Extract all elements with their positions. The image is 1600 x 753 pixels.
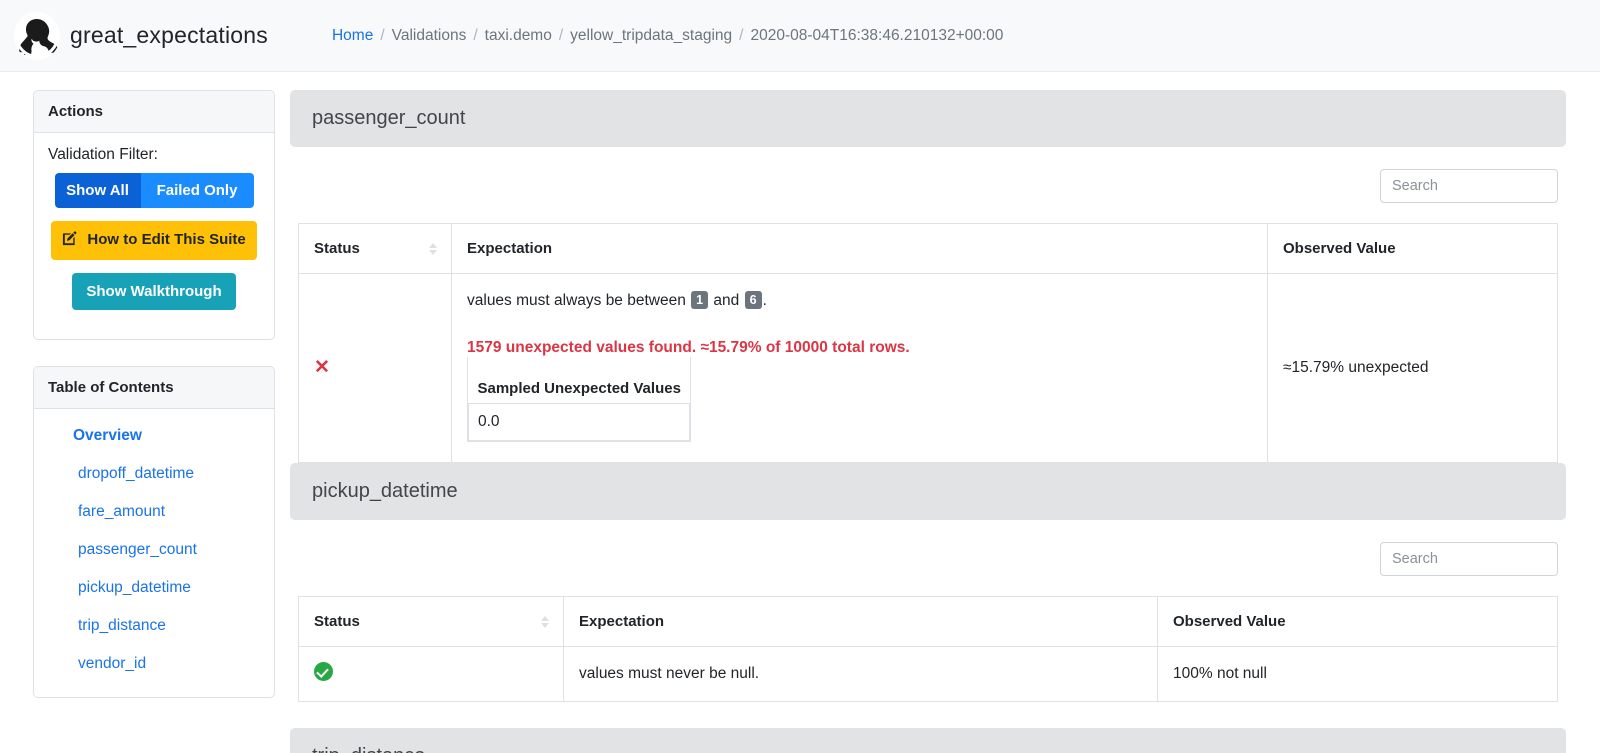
great-expectations-portrait-logo-icon [14,12,60,60]
sampled-values-header: Sampled Unexpected Values [469,374,690,404]
expectation-suffix: . [763,292,767,309]
section-header-passenger-count: passenger_count [290,90,1566,147]
breadcrumb-separator: / [373,27,391,45]
status-cell: ✕ [299,274,452,463]
column-header-observed-value: Observed Value [1158,597,1558,647]
table-of-contents-list: Overview dropoff_datetime fare_amount pa… [34,409,274,697]
validation-filter-button-group: Show All Failed Only [55,173,254,208]
expectation-cell: values must never be null. [564,647,1158,702]
column-header-status-label: Status [314,240,360,257]
table-of-contents-title: Table of Contents [34,367,274,409]
sampled-values-row: 0.0 [469,404,690,441]
toc-item-overview[interactable]: Overview [34,417,274,455]
sampled-value-cell: 0.0 [469,404,690,441]
toc-item-fare-amount[interactable]: fare_amount [34,493,274,531]
validation-results-table-passenger-count: Status Expectation Observed Value ✕ [298,223,1558,463]
pencil-square-icon [62,233,81,250]
table-of-contents-card: Table of Contents Overview dropoff_datet… [33,366,275,698]
toc-item-pickup-datetime[interactable]: pickup_datetime [34,569,274,607]
breadcrumb-home-link[interactable]: Home [332,27,373,45]
section-header-pickup-datetime: pickup_datetime [290,463,1566,520]
breadcrumb-separator: / [552,27,570,45]
toc-item-vendor-id[interactable]: vendor_id [34,645,274,683]
table-header-row: Status Expectation Observed Value [299,224,1558,274]
expectation-statement: values must always be between 1 and 6. [467,289,1252,312]
column-header-status[interactable]: Status [299,224,452,274]
failed-only-button[interactable]: Failed Only [141,173,254,208]
sort-toggle-icon[interactable] [541,616,549,628]
toc-item-dropoff-datetime[interactable]: dropoff_datetime [34,455,274,493]
validation-results-table-pickup-datetime: Status Expectation Observed Value [298,596,1558,702]
column-header-observed-value: Observed Value [1268,224,1558,274]
column-header-expectation: Expectation [452,224,1268,274]
status-cell [299,647,564,702]
search-input[interactable] [1380,542,1558,576]
section-body-pickup-datetime: Status Expectation Observed Value [290,520,1566,702]
expectation-cell: values must always be between 1 and 6. 1… [452,274,1268,463]
sampled-unexpected-values-table: Sampled Unexpected Values 0.0 [467,357,691,442]
breadcrumb-separator: / [732,27,750,45]
table-row: values must never be null. 100% not null [299,647,1558,702]
main-content: passenger_count Status Expectation [290,90,1600,753]
how-to-edit-this-suite-button[interactable]: How to Edit This Suite [51,221,257,260]
page-body: Actions Validation Filter: Show All Fail… [0,72,1600,753]
breadcrumb-item-timestamp: 2020-08-04T16:38:46.210132+00:00 [750,27,1003,45]
brand-name: great_expectations [70,22,268,49]
breadcrumb-separator: / [466,27,484,45]
breadcrumb-item-validations: Validations [392,27,467,45]
top-navbar: great_expectations Home / Validations / … [0,0,1600,72]
toc-item-trip-distance[interactable]: trip_distance [34,607,274,645]
actions-card: Actions Validation Filter: Show All Fail… [33,90,275,340]
sort-toggle-icon[interactable] [429,243,437,255]
sidebar: Actions Validation Filter: Show All Fail… [0,90,290,724]
failure-summary-text: 1579 unexpected values found. ≈15.79% of… [467,339,1252,357]
table-header-row: Status Expectation Observed Value [299,597,1558,647]
actions-card-title: Actions [34,91,274,133]
x-mark-fail-icon: ✕ [314,357,330,378]
search-input[interactable] [1380,169,1558,203]
search-row [298,169,1558,203]
section-trip-distance: trip_distance [290,728,1566,753]
column-header-status[interactable]: Status [299,597,564,647]
section-pickup-datetime: pickup_datetime Status Expectation [290,463,1566,702]
breadcrumb-item-asset: yellow_tripdata_staging [570,27,732,45]
observed-value-cell: 100% not null [1158,647,1558,702]
expectation-prefix: values must always be between [467,292,686,309]
toc-item-passenger-count[interactable]: passenger_count [34,531,274,569]
breadcrumb-item-datasource: taxi.demo [485,27,552,45]
column-header-status-label: Status [314,613,360,630]
sampled-values-header-row: Sampled Unexpected Values [469,374,690,404]
section-body-passenger-count: Status Expectation Observed Value ✕ [290,147,1566,463]
table-row: ✕ values must always be between 1 and 6.… [299,274,1558,463]
check-circle-pass-icon [314,662,333,681]
actions-card-body: Validation Filter: Show All Failed Only … [34,133,274,339]
section-passenger-count: passenger_count Status Expectation [290,90,1566,463]
expectation-middle: and [713,292,739,309]
show-all-button[interactable]: Show All [55,173,141,208]
breadcrumb: Home / Validations / taxi.demo / yellow_… [332,27,1003,45]
search-row [298,542,1558,576]
observed-value-cell: ≈15.79% unexpected [1268,274,1558,463]
validation-filter-label: Validation Filter: [48,146,260,164]
how-to-edit-this-suite-label: How to Edit This Suite [87,231,245,248]
expectation-min-badge: 1 [691,291,708,309]
column-header-expectation: Expectation [564,597,1158,647]
expectation-max-badge: 6 [745,291,762,309]
section-header-trip-distance: trip_distance [290,728,1566,753]
show-walkthrough-button[interactable]: Show Walkthrough [72,273,236,310]
brand[interactable]: great_expectations [14,12,268,60]
